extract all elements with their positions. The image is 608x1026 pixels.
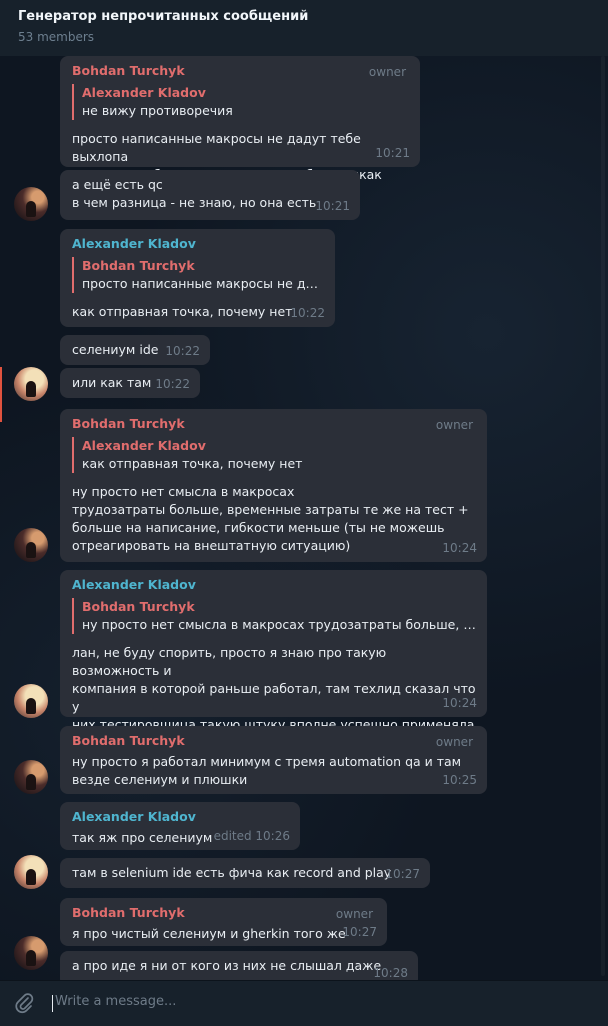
owner-badge: owner — [435, 735, 473, 749]
scrollbar[interactable] — [601, 56, 605, 976]
reply-quote[interactable]: Bohdan Turchyk просто написанные макросы… — [72, 257, 325, 293]
message-time: 10:24 — [442, 541, 477, 555]
message-time: 10:25 — [442, 773, 477, 787]
owner-badge: owner — [335, 907, 373, 921]
chat-title: Генератор непрочитанных сообщений — [18, 9, 309, 24]
message-bubble[interactable]: Alexander Kladov так яж про селениум edi… — [60, 802, 300, 850]
reply-quote[interactable]: Alexander Kladov не вижу противоречия — [72, 84, 410, 120]
members-count[interactable]: 53 members — [18, 30, 590, 44]
message-time: 10:24 — [442, 696, 477, 710]
message-bubble[interactable]: там в selenium ide есть фича как record … — [60, 858, 430, 888]
owner-badge: owner — [368, 65, 406, 79]
message-bubble[interactable]: Bohdan Turchyk owner Alexander Kladov не… — [60, 56, 420, 182]
message-text: там в selenium ide есть фича как record … — [72, 865, 392, 880]
reply-text: ну просто нет смысла в макросах трудозат… — [82, 617, 477, 632]
chat-header[interactable]: Генератор непрочитанных сообщений 53 mem… — [0, 0, 608, 56]
reply-text: не вижу противоречия — [82, 103, 233, 118]
sender-name[interactable]: Alexander Kladov — [72, 808, 290, 826]
message-time: 10:21 — [375, 146, 410, 160]
message-bubble[interactable]: Alexander Kladov Bohdan Turchyk просто н… — [60, 229, 335, 327]
paperclip-icon[interactable] — [14, 992, 34, 1014]
message-time: 10:21 — [315, 199, 350, 213]
sender-name[interactable]: Bohdan Turchyk — [72, 415, 477, 433]
message-text: как отправная точка, почему нет — [72, 304, 293, 319]
reply-text: просто написанные макросы не дад... — [82, 276, 325, 291]
message-time: edited 10:26 — [213, 829, 290, 843]
avatar[interactable] — [14, 760, 48, 794]
message-bubble[interactable]: Alexander Kladov Bohdan Turchyk ну прост… — [60, 570, 487, 732]
avatar[interactable] — [14, 855, 48, 889]
reply-sender: Bohdan Turchyk — [82, 258, 195, 273]
message-time: 10:27 — [342, 925, 377, 939]
owner-badge: owner — [435, 418, 473, 432]
message-composer: Write a message... — [0, 980, 608, 1026]
sender-name[interactable]: Bohdan Turchyk — [72, 732, 477, 750]
avatar[interactable] — [14, 367, 48, 401]
reply-text: как отправная точка, почему нет — [82, 456, 303, 471]
message-bubble[interactable]: Bohdan Turchyk owner я про чистый селени… — [60, 898, 387, 946]
avatar[interactable] — [14, 528, 48, 562]
message-time: 10:22 — [290, 306, 325, 320]
reply-sender: Bohdan Turchyk — [82, 599, 195, 614]
message-bubble[interactable]: селениум ide 10:22 — [60, 335, 210, 365]
message-bubble[interactable]: Bohdan Turchyk owner ну просто я работал… — [60, 726, 487, 794]
message-text: лан, не буду спорить, просто я знаю про … — [72, 645, 476, 732]
message-time: 10:22 — [155, 377, 190, 391]
message-time: 10:27 — [385, 867, 420, 881]
sender-name[interactable]: Alexander Kladov — [72, 235, 325, 253]
unread-marker — [0, 367, 2, 422]
reply-quote[interactable]: Bohdan Turchyk ну просто нет смысла в ма… — [72, 598, 477, 634]
reply-sender: Alexander Kladov — [82, 438, 206, 453]
message-input[interactable]: Write a message... — [55, 994, 176, 1009]
sender-name[interactable]: Bohdan Turchyk — [72, 904, 377, 922]
sender-name[interactable]: Alexander Kladov — [72, 576, 477, 594]
message-text: я про чистый селениум и gherkin того же — [72, 926, 346, 941]
sender-name[interactable]: Bohdan Turchyk — [72, 62, 410, 80]
avatar[interactable] — [14, 684, 48, 718]
avatar[interactable] — [14, 936, 48, 970]
message-bubble[interactable]: Bohdan Turchyk owner Alexander Kladov ка… — [60, 409, 487, 562]
message-text: а ещё есть qc в чем разница - не знаю, н… — [72, 177, 317, 210]
avatar[interactable] — [14, 187, 48, 221]
reply-sender: Alexander Kladov — [82, 85, 206, 100]
message-bubble[interactable]: или как там 10:22 — [60, 368, 200, 398]
text-cursor — [52, 995, 53, 1012]
reply-quote[interactable]: Alexander Kladov как отправная точка, по… — [72, 437, 477, 473]
message-bubble[interactable]: а ещё есть qc в чем разница - не знаю, н… — [60, 170, 360, 220]
message-text: а про иде я ни от кого из них не слышал … — [72, 958, 382, 973]
message-text: ну просто я работал минимум с тремя auto… — [72, 754, 462, 787]
message-text: ну просто нет смысла в макросах трудозат… — [72, 484, 469, 553]
message-time: 10:22 — [165, 344, 200, 358]
